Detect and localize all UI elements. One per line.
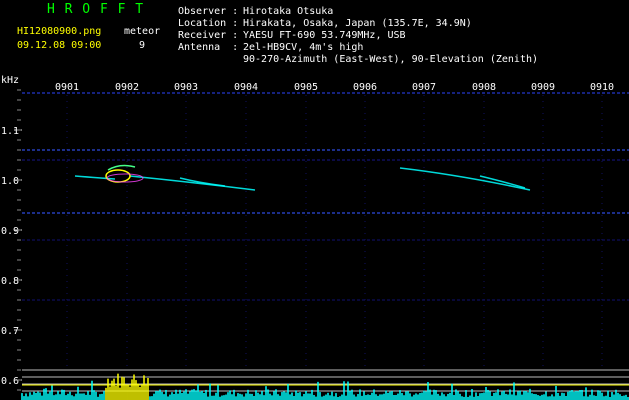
meteor-count: 9 [139,40,146,51]
observer-value: Hirotaka Otsuka [243,6,334,17]
x-tick-label: 0906 [353,82,377,93]
receiver-label: Receiver : [178,30,239,41]
y-tick-label: 0.8 [1,276,19,287]
app-title: H R O F F T [47,2,145,17]
x-tick-label: 0909 [531,82,555,93]
x-tick-label: 0902 [115,82,139,93]
date-time: 09.12.08 09:00 [17,40,102,51]
meteor-label: meteor [124,26,161,37]
y-tick-label: 0.6 [1,376,19,387]
x-tick-label: 0903 [174,82,198,93]
y-tick-label: 0.7 [1,326,19,337]
y-tick-label: 0.9 [1,226,19,237]
antenna-value-2: 90-270-Azimuth (East-West), 90-Elevation… [243,54,539,65]
y-axis-unit: kHz [1,75,19,86]
y-tick-label: 1.0 [1,176,19,187]
x-tick-label: 0910 [590,82,614,93]
x-tick-label: 0901 [55,82,79,93]
x-tick-label: 0908 [472,82,496,93]
receiver-value: YAESU FT-690 53.749MHz, USB [243,30,406,41]
antenna-label: Antenna : [178,42,239,53]
x-tick-label: 0907 [412,82,436,93]
y-tick-label: 1.1 [1,126,19,137]
location-label: Location : [178,18,239,29]
antenna-value-1: 2el-HB9CV, 4m's high [243,42,364,53]
observer-label: Observer : [178,6,239,17]
location-value: Hirakata, Osaka, Japan (135.7E, 34.9N) [243,18,472,29]
x-tick-label: 0905 [294,82,318,93]
file-name: HI12080900.png [17,26,102,37]
x-tick-label: 0904 [234,82,258,93]
